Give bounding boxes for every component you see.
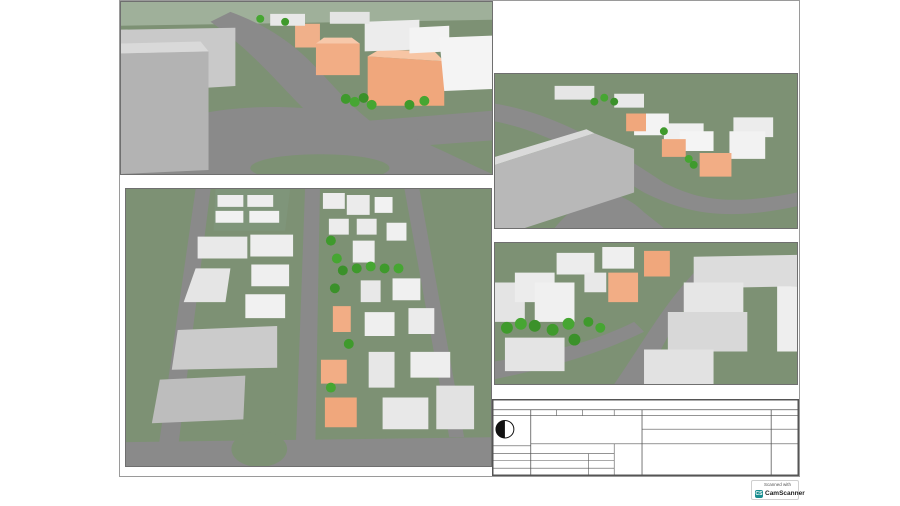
- render-image-1: [121, 2, 492, 174]
- camscanner-badge: Scanned with CS CamScanner: [751, 480, 805, 500]
- camscanner-logo-icon: CS: [755, 490, 763, 498]
- perspective-view-bottom-right: [494, 242, 798, 385]
- aerial-plan-view: [125, 188, 492, 467]
- scanned-with-label: Scanned with: [764, 482, 792, 487]
- camscanner-label: CamScanner: [765, 490, 805, 497]
- render-image-4: [495, 243, 797, 384]
- render-image-3: [126, 189, 491, 466]
- render-image-2: [495, 74, 797, 228]
- title-block-grid: [493, 400, 798, 475]
- perspective-view-top-left: [120, 1, 493, 175]
- perspective-view-top-right: [494, 73, 798, 229]
- title-block: [492, 399, 799, 476]
